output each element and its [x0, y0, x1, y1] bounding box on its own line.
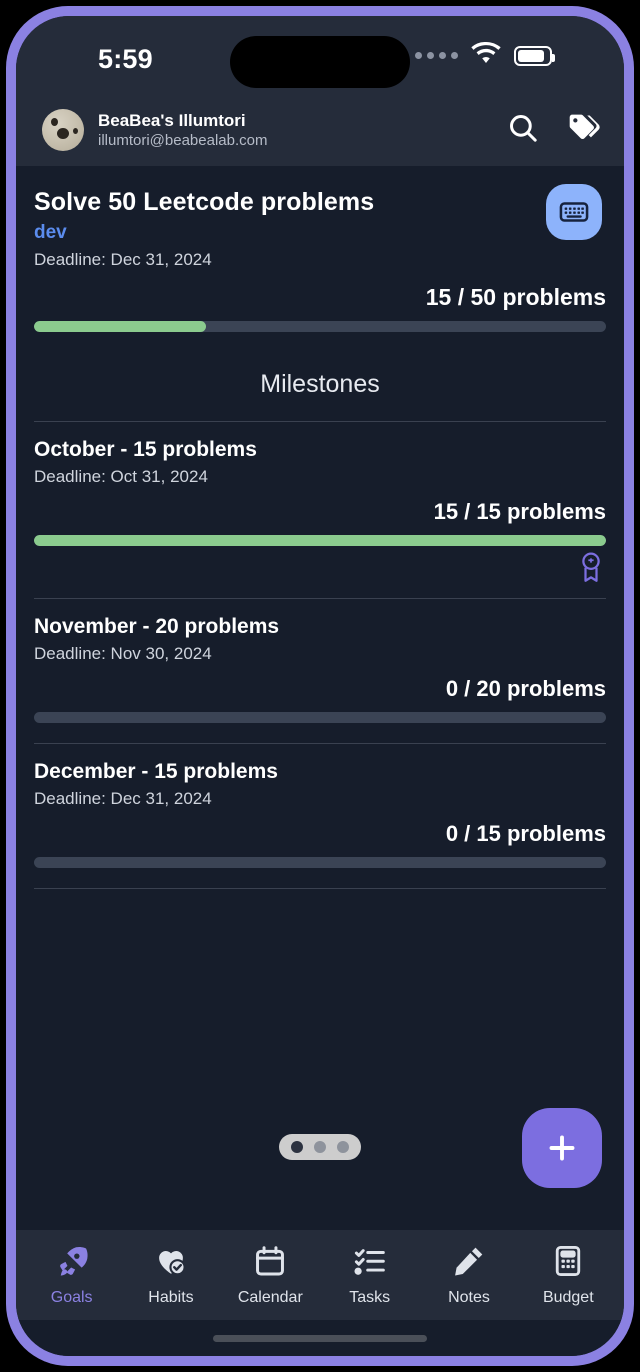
- status-bar: 5:59: [16, 16, 624, 94]
- milestones-section-title: Milestones: [260, 370, 380, 398]
- pencil-icon: [452, 1244, 486, 1283]
- dynamic-island: [230, 36, 410, 88]
- nav-item-label: Calendar: [237, 1288, 303, 1306]
- nav-item-label: Tasks: [349, 1288, 391, 1306]
- page-dot[interactable]: [337, 1141, 349, 1153]
- wifi-icon: [471, 41, 501, 69]
- home-indicator-area: [16, 1320, 624, 1356]
- nav-item-tasks[interactable]: Tasks: [328, 1244, 412, 1307]
- phone-frame: 5:59 BeaBea's Illumtori illumtori@beabea…: [6, 6, 634, 1366]
- milestone-name: November - 20 problems: [34, 615, 280, 638]
- milestone-badge-row: [34, 868, 606, 882]
- nav-item-calendar[interactable]: Calendar: [228, 1244, 312, 1307]
- header-actions: [506, 111, 600, 150]
- home-indicator[interactable]: [213, 1334, 427, 1342]
- search-icon[interactable]: [506, 111, 540, 150]
- milestone-progress-label: 15 / 15 problems: [433, 499, 606, 524]
- milestone-progress-label: 0 / 20 problems: [445, 676, 606, 701]
- rocket-icon: [55, 1244, 89, 1283]
- avatar[interactable]: [42, 109, 84, 151]
- goal-card[interactable]: Solve 50 Leetcode problems dev Deadline:…: [16, 166, 624, 332]
- nav-item-habits[interactable]: Habits: [129, 1244, 213, 1307]
- milestone-progress-bar: [34, 535, 606, 546]
- milestone-item[interactable]: October - 15 problems Deadline: Oct 31, …: [16, 422, 624, 598]
- nav-item-budget[interactable]: Budget: [526, 1244, 610, 1307]
- account-email: illumtori@beabealab.com: [98, 131, 268, 149]
- milestone-progress-bar: [34, 712, 606, 723]
- milestone-name: December - 15 problems: [34, 760, 278, 783]
- calendar-icon: [253, 1244, 287, 1283]
- award-medal-icon[interactable]: [576, 550, 606, 589]
- goal-detail-content: Solve 50 Leetcode problems dev Deadline:…: [16, 166, 624, 1230]
- account-info: BeaBea's Illumtori illumtori@beabealab.c…: [98, 110, 506, 151]
- milestone-progress-bar: [34, 857, 606, 868]
- goal-title: Solve 50 Leetcode problems: [34, 188, 375, 216]
- heart-check-icon: [154, 1244, 188, 1283]
- goal-progress-label: 15 / 50 problems: [425, 284, 606, 310]
- goal-progress-bar-fill: [34, 321, 206, 332]
- bottom-navigation: Goals Habits Calendar Tasks Notes Budget: [16, 1230, 624, 1320]
- account-name: BeaBea's Illumtori: [98, 110, 246, 130]
- milestone-item[interactable]: November - 20 problems Deadline: Nov 30,…: [16, 599, 624, 743]
- tags-icon[interactable]: [566, 111, 600, 150]
- milestone-item[interactable]: December - 15 problems Deadline: Dec 31,…: [16, 744, 624, 888]
- nav-item-label: Notes: [448, 1288, 490, 1306]
- page-dot[interactable]: [314, 1141, 326, 1153]
- signal-dots-icon: [415, 52, 458, 59]
- checklist-icon: [353, 1244, 387, 1283]
- keyboard-icon[interactable]: [546, 184, 602, 240]
- milestone-badge-row: [34, 723, 606, 737]
- milestone-deadline: Deadline: Oct 31, 2024: [34, 467, 208, 486]
- page-dot[interactable]: [291, 1141, 303, 1153]
- milestone-deadline: Deadline: Dec 31, 2024: [34, 789, 212, 808]
- add-button[interactable]: [522, 1108, 602, 1188]
- divider: [34, 888, 606, 889]
- milestone-name: October - 15 problems: [34, 438, 257, 461]
- milestone-progress-bar-fill: [34, 535, 606, 546]
- nav-item-label: Budget: [542, 1288, 594, 1306]
- nav-item-label: Goals: [50, 1288, 93, 1306]
- goal-progress-bar: [34, 321, 606, 332]
- goal-deadline: Deadline: Dec 31, 2024: [34, 250, 212, 269]
- milestone-badge-row: [34, 546, 606, 592]
- nav-item-label: Habits: [148, 1288, 194, 1306]
- milestone-list: October - 15 problems Deadline: Oct 31, …: [16, 422, 624, 889]
- page-indicator[interactable]: [279, 1134, 361, 1160]
- calculator-icon: [551, 1244, 585, 1283]
- nav-item-goals[interactable]: Goals: [30, 1244, 114, 1307]
- status-bar-time: 5:59: [98, 44, 153, 74]
- goal-category-tag[interactable]: dev: [34, 222, 606, 244]
- battery-icon: [514, 45, 555, 66]
- phone-screen: 5:59 BeaBea's Illumtori illumtori@beabea…: [16, 16, 624, 1356]
- milestone-deadline: Deadline: Nov 30, 2024: [34, 644, 212, 663]
- account-header: BeaBea's Illumtori illumtori@beabealab.c…: [16, 94, 624, 166]
- status-bar-indicators: [415, 41, 555, 69]
- milestone-progress-label: 0 / 15 problems: [445, 821, 606, 846]
- nav-item-notes[interactable]: Notes: [427, 1244, 511, 1307]
